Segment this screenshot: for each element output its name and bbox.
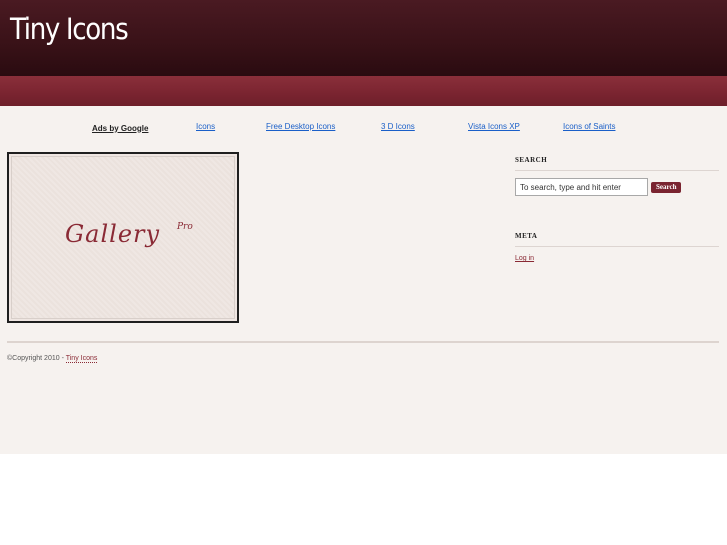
- ad-link-icons[interactable]: Icons: [196, 122, 215, 131]
- footer-divider: [7, 341, 719, 343]
- footer: ©Copyright 2010 - Tiny Icons: [7, 355, 98, 363]
- footer-site-link[interactable]: Tiny Icons: [65, 355, 98, 363]
- ad-link-3d-icons[interactable]: 3 D Icons: [381, 122, 415, 131]
- ad-link-vista-icons-xp[interactable]: Vista Icons XP: [468, 122, 520, 131]
- ads-bar: Ads by Google: [92, 122, 189, 134]
- copyright-text: ©Copyright 2010 -: [7, 355, 66, 362]
- meta-widget-title: META: [515, 228, 719, 247]
- search-button[interactable]: Search: [651, 181, 682, 193]
- header-band: [0, 76, 727, 106]
- gallery-logo-superscript: Pro: [177, 222, 193, 232]
- ad-link-free-desktop-icons[interactable]: Free Desktop Icons: [266, 122, 335, 131]
- site-header: Tiny Icons: [0, 0, 727, 76]
- sidebar: SEARCH Search META Log in: [515, 152, 719, 265]
- login-link[interactable]: Log in: [515, 255, 534, 262]
- search-form: Search: [515, 178, 719, 196]
- gallery-pro-banner[interactable]: Gallery Pro: [7, 152, 239, 323]
- meta-widget: META Log in: [515, 228, 719, 265]
- search-input[interactable]: [515, 178, 648, 196]
- ads-by-google-label[interactable]: Ads by Google: [92, 124, 148, 133]
- search-widget-title: SEARCH: [515, 152, 719, 171]
- gallery-logo-text: Gallery: [65, 220, 161, 248]
- ad-link-icons-of-saints[interactable]: Icons of Saints: [563, 122, 615, 131]
- site-logo[interactable]: Tiny Icons: [10, 12, 129, 46]
